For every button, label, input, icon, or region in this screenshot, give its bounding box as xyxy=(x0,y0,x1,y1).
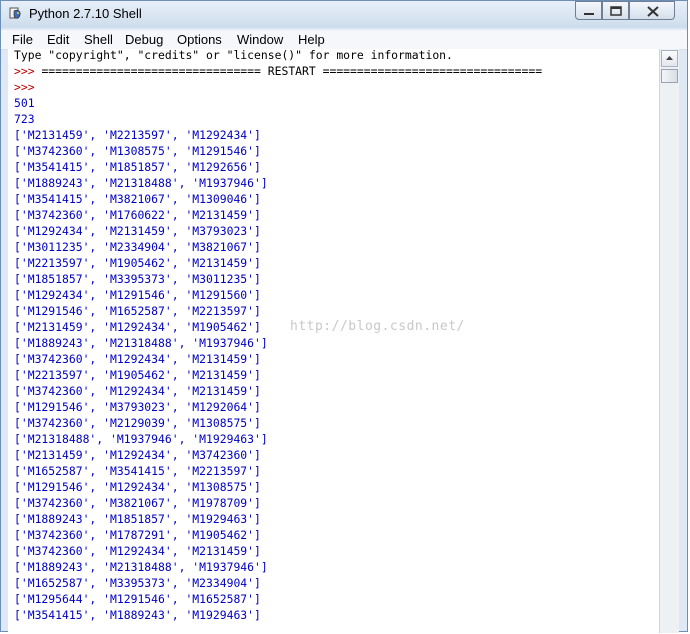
output-list-line: ['M3742360', 'M1292434', 'M2131459'] xyxy=(14,352,261,366)
output-list-line: ['M3541415', 'M1889243', 'M1929463'] xyxy=(14,608,261,622)
restart-prompt: >>> xyxy=(14,64,42,78)
output-list-line: ['M1889243', 'M21318488', 'M1937946'] xyxy=(14,176,268,190)
output-list-line: ['M1292434', 'M2131459', 'M3793023'] xyxy=(14,224,261,238)
window-title: Python 2.7.10 Shell xyxy=(29,6,142,21)
close-icon xyxy=(647,6,659,17)
output-list-line: ['M1889243', 'M1851857', 'M1929463'] xyxy=(14,512,261,526)
output-list-line: ['M1652587', 'M3541415', 'M2213597'] xyxy=(14,464,261,478)
up-arrow-icon xyxy=(666,56,673,60)
idle-shell-window: Python 2.7.10 Shell File Edit Shell Debu… xyxy=(0,0,688,633)
menu-options[interactable]: Options xyxy=(177,32,222,47)
output-list-line: ['M1851857', 'M3395373', 'M3011235'] xyxy=(14,272,261,286)
output-list-line: ['M3742360', 'M1292434', 'M2131459'] xyxy=(14,544,261,558)
output-list-line: ['M2213597', 'M1905462', 'M2131459'] xyxy=(14,368,261,382)
output-list-line: ['M21318488', 'M1937946', 'M1929463'] xyxy=(14,432,268,446)
scrollbar-thumb[interactable] xyxy=(661,69,678,83)
output-list-line: ['M3742360', 'M1760622', 'M2131459'] xyxy=(14,208,261,222)
menu-window[interactable]: Window xyxy=(237,32,283,47)
output-list-line: ['M3011235', 'M2334904', 'M3821067'] xyxy=(14,240,261,254)
info-line: Type "copyright", "credits" or "license(… xyxy=(14,49,453,62)
menu-bar: File Edit Shell Debug Options Window Hel… xyxy=(1,30,687,50)
restart-line-row: >>> ================================ RES… xyxy=(14,63,542,79)
python-icon xyxy=(9,7,21,19)
output-list-line: ['M3541415', 'M1851857', 'M1292656'] xyxy=(14,160,261,174)
shell-prompt: >>> xyxy=(14,80,35,94)
output-list-line: ['M2213597', 'M1905462', 'M2131459'] xyxy=(14,256,261,270)
output-list-line: ['M1889243', 'M21318488', 'M1937946'] xyxy=(14,336,268,350)
output-list-line: ['M3742360', 'M2129039', 'M1308575'] xyxy=(14,416,261,430)
minimize-button[interactable] xyxy=(575,1,602,20)
output-list-line: ['M3541415', 'M3821067', 'M1309046'] xyxy=(14,192,261,206)
vertical-scrollbar[interactable] xyxy=(659,49,679,633)
output-list-line: ['M3742360', 'M3821067', 'M1978709'] xyxy=(14,496,261,510)
output-list-line: ['M3742360', 'M1787291', 'M1905462'] xyxy=(14,528,261,542)
output-list-line: ['M2131459', 'M2213597', 'M1292434'] xyxy=(14,128,261,142)
output-list-line: ['M3742360', 'M1292434', 'M2131459'] xyxy=(14,384,261,398)
menu-edit[interactable]: Edit xyxy=(47,32,69,47)
output-list-line: ['M1291546', 'M3793023', 'M1292064'] xyxy=(14,400,261,414)
watermark: http://blog.csdn.net/ xyxy=(290,319,465,334)
output-list-line: ['M1291546', 'M1652587', 'M2213597'] xyxy=(14,304,261,318)
output-list-line: ['M1889243', 'M21318488', 'M1937946'] xyxy=(14,560,268,574)
output-list-line: ['M1292434', 'M1291546', 'M1291560'] xyxy=(14,288,261,302)
menu-debug[interactable]: Debug xyxy=(125,32,163,47)
menu-file[interactable]: File xyxy=(12,32,33,47)
title-bar[interactable]: Python 2.7.10 Shell xyxy=(1,1,687,28)
output-list-line: ['M2131459', 'M1292434', 'M3742360'] xyxy=(14,448,261,462)
minimize-icon xyxy=(584,13,594,15)
output-list-line: ['M2131459', 'M1292434', 'M1905462'] xyxy=(14,320,261,334)
output-list-line: ['M1295644', 'M1291546', 'M1652587'] xyxy=(14,592,261,606)
restart-banner: ================================ RESTART… xyxy=(41,64,543,78)
menu-shell[interactable]: Shell xyxy=(84,32,113,47)
maximize-button[interactable] xyxy=(602,1,629,20)
menu-help[interactable]: Help xyxy=(298,32,325,47)
shell-text-area[interactable]: Type "copyright", "credits" or "license(… xyxy=(8,49,659,633)
output-list-line: ['M1652587', 'M3395373', 'M2334904'] xyxy=(14,576,261,590)
output-list-line: ['M3742360', 'M1308575', 'M1291546'] xyxy=(14,144,261,158)
maximize-icon xyxy=(610,6,622,16)
output-list-line: ['M1291546', 'M1292434', 'M1308575'] xyxy=(14,480,261,494)
output-number: 723 xyxy=(14,112,35,126)
scroll-up-button[interactable] xyxy=(661,50,678,67)
close-button[interactable] xyxy=(629,1,675,20)
output-number: 501 xyxy=(14,96,35,110)
